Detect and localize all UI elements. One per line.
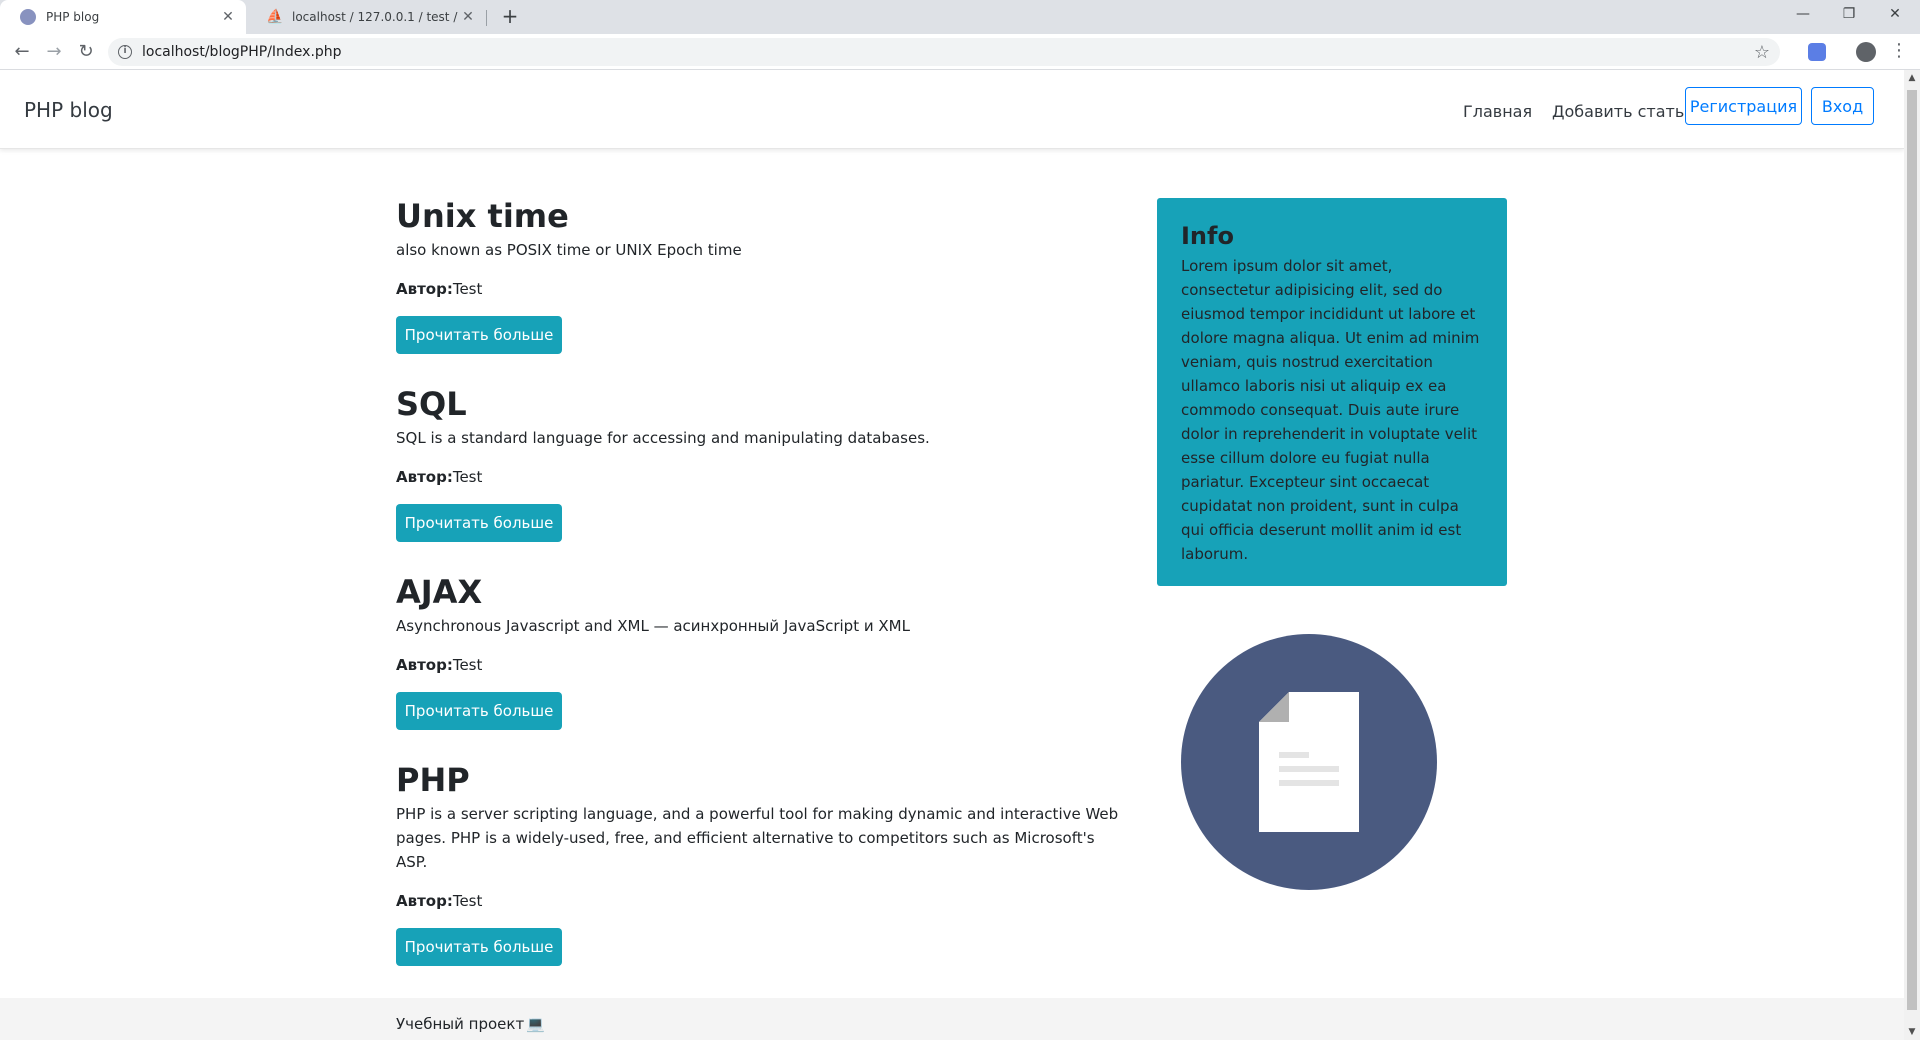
php-favicon-icon — [20, 9, 36, 25]
address-bar[interactable]: i localhost/blogPHP/Index.php ☆ — [108, 38, 1780, 66]
article-author: Автор:Test — [396, 890, 1126, 912]
nav-add-article-link[interactable]: Добавить статью — [1552, 102, 1698, 121]
read-more-button[interactable]: Прочитать больше — [396, 928, 562, 966]
new-tab-icon[interactable]: + — [498, 5, 522, 29]
author-name: Test — [452, 280, 483, 298]
article-item: PHP PHP is a server scripting language, … — [396, 760, 1126, 966]
tab-php-blog[interactable]: PHP blog ✕ — [0, 0, 246, 34]
author-label: Автор: — [396, 468, 453, 486]
browser-toolbar: ← → ↻ i localhost/blogPHP/Index.php ☆ — [0, 34, 1920, 70]
read-more-button[interactable]: Прочитать больше — [396, 316, 562, 354]
close-window-icon[interactable]: ✕ — [1872, 0, 1918, 30]
author-name: Test — [452, 656, 483, 674]
article-title[interactable]: SQL — [396, 384, 1126, 424]
article-title[interactable]: PHP — [396, 760, 1126, 800]
site-brand[interactable]: PHP blog — [24, 98, 113, 122]
close-icon[interactable]: ✕ — [460, 9, 476, 25]
author-label: Автор: — [396, 892, 453, 910]
forward-icon[interactable]: → — [40, 38, 68, 66]
scroll-down-icon[interactable]: ▼ — [1904, 1024, 1920, 1040]
author-name: Test — [452, 892, 483, 910]
document-icon — [1259, 692, 1359, 832]
article-item: SQL SQL is a standard language for acces… — [396, 384, 1126, 542]
restore-icon[interactable]: ❐ — [1826, 0, 1872, 30]
extension-icon[interactable] — [1808, 43, 1826, 61]
article-item: Unix time also known as POSIX time or UN… — [396, 196, 1126, 354]
tab-phpmyadmin[interactable]: ⛵ localhost / 127.0.0.1 / test / users ✕ — [246, 0, 486, 34]
article-description: SQL is a standard language for accessing… — [396, 429, 930, 447]
article-item: AJAX Asynchronous Javascript and XML — а… — [396, 572, 1126, 730]
scroll-up-icon[interactable]: ▲ — [1904, 70, 1920, 86]
article-author: Автор:Test — [396, 278, 1126, 300]
browser-tab-bar: PHP blog ✕ ⛵ localhost / 127.0.0.1 / tes… — [0, 0, 1920, 34]
info-text: Lorem ipsum dolor sit amet, consectetur … — [1181, 257, 1480, 563]
site-header: PHP blog Главная Добавить статью Регистр… — [0, 70, 1904, 149]
nav-home-link[interactable]: Главная — [1463, 102, 1532, 121]
article-description: Asynchronous Javascript and XML — асинхр… — [396, 617, 910, 635]
footer-text: Учебный проект — [396, 1015, 525, 1033]
url-text: localhost/blogPHP/Index.php — [142, 44, 342, 60]
scrollbar-thumb[interactable] — [1907, 90, 1917, 1010]
article-author: Автор:Test — [396, 466, 1126, 488]
phpmyadmin-favicon-icon: ⛵ — [266, 9, 284, 25]
document-illustration-icon — [1181, 634, 1437, 890]
tab-separator — [486, 10, 487, 26]
bookmark-star-icon[interactable]: ☆ — [1754, 42, 1770, 63]
profile-icon[interactable] — [1856, 42, 1876, 62]
laptop-user-icon: 💻 — [526, 1015, 545, 1033]
close-icon[interactable]: ✕ — [220, 9, 236, 25]
article-title[interactable]: Unix time — [396, 196, 1126, 236]
page-scrollbar[interactable]: ▲ ▼ — [1904, 70, 1920, 1040]
read-more-button[interactable]: Прочитать больше — [396, 692, 562, 730]
kebab-menu-icon[interactable]: ⋮ — [1890, 40, 1908, 61]
info-card: Info Lorem ipsum dolor sit amet, consect… — [1157, 198, 1507, 586]
article-description: PHP is a server scripting language, and … — [396, 805, 1119, 871]
register-button[interactable]: Регистрация — [1685, 87, 1802, 125]
login-button[interactable]: Вход — [1811, 87, 1874, 125]
reload-icon[interactable]: ↻ — [72, 38, 100, 66]
info-icon[interactable]: i — [118, 45, 132, 59]
tab-title: localhost / 127.0.0.1 / test / users — [292, 10, 460, 24]
article-description: also known as POSIX time or UNIX Epoch t… — [396, 241, 742, 259]
info-title: Info — [1181, 222, 1234, 250]
page-viewport: PHP blog Главная Добавить статью Регистр… — [0, 70, 1904, 1040]
author-label: Автор: — [396, 656, 453, 674]
article-author: Автор:Test — [396, 654, 1126, 676]
footer-text-row: Учебный проект 💻 — [396, 1015, 545, 1033]
author-name: Test — [452, 468, 483, 486]
tab-title: PHP blog — [46, 10, 100, 24]
site-footer: Учебный проект 💻 — [0, 998, 1904, 1040]
back-icon[interactable]: ← — [8, 38, 36, 66]
read-more-button[interactable]: Прочитать больше — [396, 504, 562, 542]
article-title[interactable]: AJAX — [396, 572, 1126, 612]
minimize-icon[interactable]: — — [1780, 0, 1826, 30]
author-label: Автор: — [396, 280, 453, 298]
